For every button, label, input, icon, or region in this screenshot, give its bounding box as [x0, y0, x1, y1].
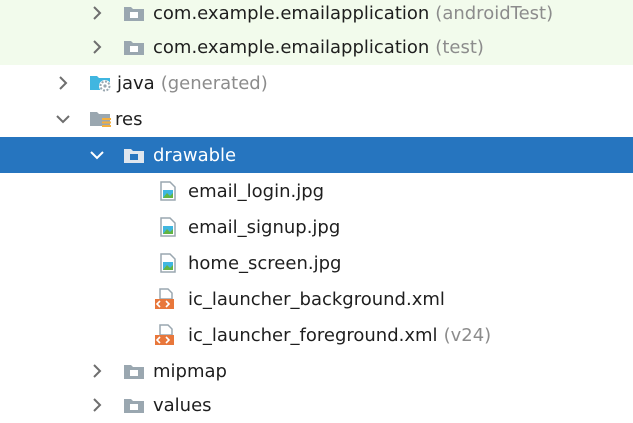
folder-icon	[123, 146, 145, 164]
tree-item-home-screen[interactable]: home_screen.jpg	[0, 245, 633, 281]
tree-item-package-androidtest[interactable]: com.example.emailapplication (androidTes…	[0, 0, 633, 31]
tree-item-package-test[interactable]: com.example.emailapplication (test)	[0, 29, 633, 65]
tree-item-email-login[interactable]: email_login.jpg	[0, 173, 633, 209]
folder-icon	[123, 362, 145, 380]
chevron-right-icon[interactable]	[89, 397, 105, 413]
chevron-right-icon[interactable]	[89, 363, 105, 379]
tree-item-label: com.example.emailapplication	[153, 2, 430, 24]
chevron-down-icon[interactable]	[89, 147, 105, 163]
tree-item-ic-launcher-background[interactable]: ic_launcher_background.xml	[0, 281, 633, 317]
folder-icon	[123, 396, 145, 414]
tree-item-suffix: (generated)	[160, 72, 268, 94]
chevron-down-icon[interactable]	[55, 111, 71, 127]
image-file-icon	[160, 253, 176, 273]
tree-item-drawable[interactable]: drawable	[0, 137, 633, 173]
chevron-right-icon[interactable]	[89, 39, 105, 55]
image-file-icon	[160, 217, 176, 237]
tree-item-res[interactable]: res	[0, 101, 633, 137]
xml-file-icon	[154, 288, 178, 310]
tree-item-label: values	[153, 394, 212, 416]
tree-item-ic-launcher-foreground[interactable]: ic_launcher_foreground.xml (v24)	[0, 317, 633, 353]
tree-item-suffix: (test)	[435, 36, 484, 58]
tree-item-label: res	[115, 108, 143, 130]
tree-item-email-signup[interactable]: email_signup.jpg	[0, 209, 633, 245]
chevron-right-icon[interactable]	[55, 75, 71, 91]
tree-item-suffix: (androidTest)	[435, 2, 554, 24]
tree-item-mipmap[interactable]: mipmap	[0, 353, 633, 389]
tree-item-label: ic_launcher_background.xml	[188, 288, 445, 310]
project-tree: com.example.emailapplication (androidTes…	[0, 0, 633, 416]
tree-item-values[interactable]: values	[0, 387, 633, 423]
xml-file-icon	[154, 324, 178, 346]
package-folder-icon	[123, 38, 145, 56]
chevron-right-icon[interactable]	[89, 5, 105, 21]
tree-item-label: com.example.emailapplication	[153, 36, 430, 58]
tree-item-label: ic_launcher_foreground.xml	[188, 324, 438, 346]
resource-folder-icon	[89, 109, 113, 129]
image-file-icon	[160, 181, 176, 201]
tree-item-label: drawable	[153, 144, 237, 166]
tree-item-label: java	[117, 72, 155, 94]
tree-item-label: email_signup.jpg	[188, 216, 341, 238]
tree-item-label: mipmap	[153, 360, 227, 382]
generated-java-folder-icon	[89, 73, 113, 93]
package-folder-icon	[123, 4, 145, 22]
tree-item-suffix: (v24)	[443, 324, 492, 346]
tree-item-label: email_login.jpg	[188, 180, 325, 202]
tree-item-java-generated[interactable]: java (generated)	[0, 65, 633, 101]
tree-item-label: home_screen.jpg	[188, 252, 342, 274]
